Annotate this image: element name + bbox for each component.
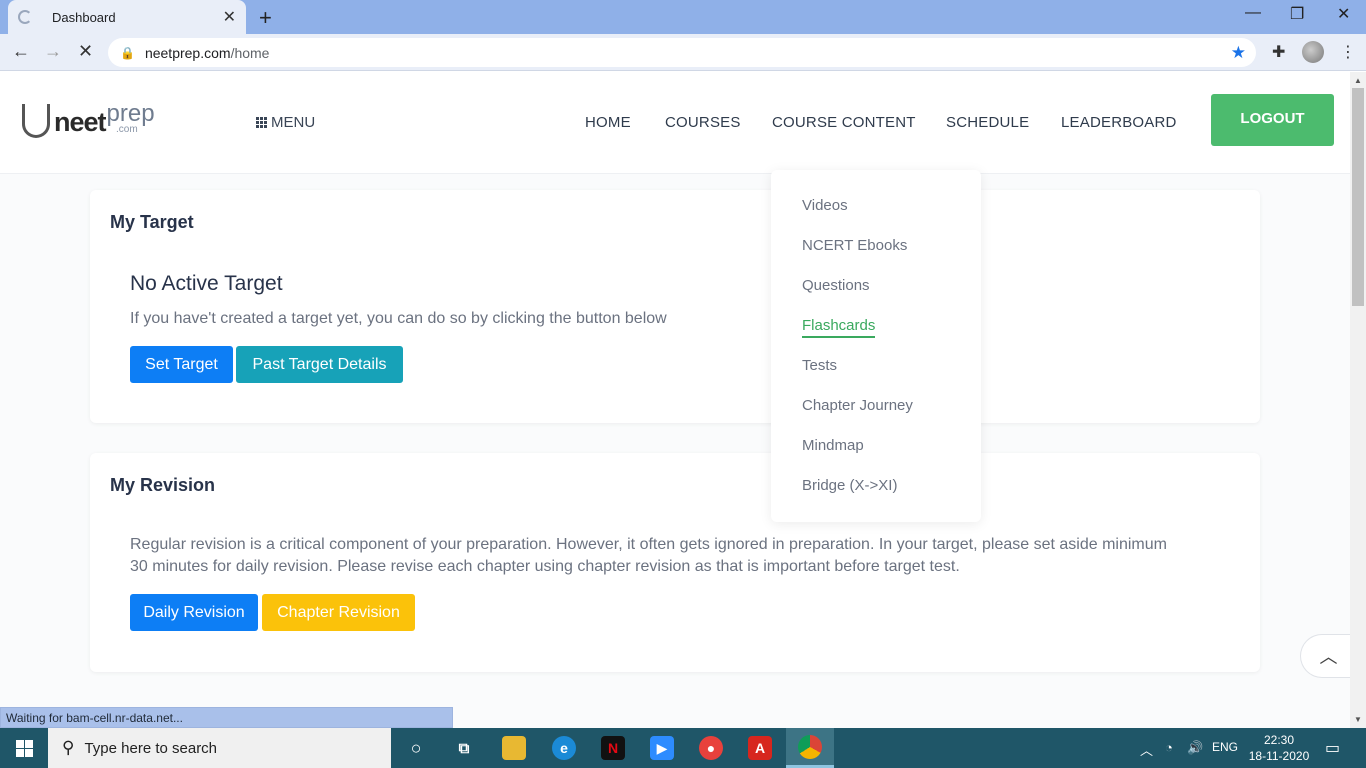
menu-button[interactable]: MENU: [256, 114, 315, 131]
neetprep-logo[interactable]: neet prep .com: [22, 100, 155, 138]
task-view-icon[interactable]: ⧉: [452, 736, 476, 760]
dropdown-item-chapter-journey[interactable]: Chapter Journey: [802, 397, 913, 414]
browser-tab-strip: Dashboard ✕ + — ❐ ✕: [0, 0, 1366, 34]
minimize-icon[interactable]: —: [1245, 4, 1261, 22]
loading-spinner-icon: [18, 10, 32, 24]
windows-taskbar: ⚲ Type here to search ○ ⧉ e N ▶ ● A ︿ ◔ …: [0, 728, 1366, 768]
tab-title: Dashboard: [52, 9, 116, 25]
notifications-icon[interactable]: ▭: [1325, 738, 1340, 758]
nav-course-content[interactable]: COURSE CONTENT: [772, 114, 916, 131]
show-hidden-icons-chevron-icon[interactable]: ︿: [1140, 740, 1153, 759]
scroll-to-top-button[interactable]: ︿: [1300, 634, 1356, 678]
bookmark-star-icon[interactable]: ★: [1231, 43, 1246, 63]
wifi-icon[interactable]: ◔: [1165, 740, 1173, 755]
revision-description-line2: 30 minutes for daily revision. Please re…: [130, 558, 960, 575]
set-target-button[interactable]: Set Target: [130, 346, 233, 383]
no-active-target-heading: No Active Target: [130, 272, 283, 295]
taskbar-clock[interactable]: 22:30 18-11-2020: [1246, 732, 1312, 764]
dropdown-item-ncert-ebooks[interactable]: NCERT Ebooks: [802, 237, 907, 254]
dropdown-item-videos[interactable]: Videos: [802, 197, 848, 214]
dropdown-item-bridge[interactable]: Bridge (X->XI): [802, 477, 897, 494]
media-app-icon[interactable]: ●: [699, 736, 723, 760]
nav-home[interactable]: HOME: [585, 114, 631, 131]
dropdown-item-tests[interactable]: Tests: [802, 357, 837, 374]
dropdown-item-flashcards[interactable]: Flashcards: [802, 317, 876, 338]
chrome-icon: [798, 735, 822, 759]
clock-date: 18-11-2020: [1248, 749, 1310, 763]
taskbar-search-box[interactable]: ⚲ Type here to search: [48, 728, 391, 768]
scroll-up-arrow-icon[interactable]: ▲: [1354, 76, 1362, 85]
lock-icon[interactable]: 🔒: [120, 46, 135, 60]
grid-icon: [256, 117, 267, 128]
menu-label: MENU: [271, 114, 316, 131]
browser-status-bubble: Waiting for bam-cell.nr-data.net...: [0, 707, 453, 728]
tab-close-icon[interactable]: ✕: [223, 7, 236, 27]
main-content: My Target No Active Target If you have't…: [0, 174, 1350, 728]
past-target-details-button[interactable]: Past Target Details: [236, 346, 403, 383]
nav-schedule[interactable]: SCHEDULE: [946, 114, 1029, 131]
dropdown-item-mindmap[interactable]: Mindmap: [802, 437, 864, 454]
my-target-card: My Target No Active Target If you have't…: [90, 190, 1260, 423]
forward-icon[interactable]: →: [44, 41, 62, 62]
card-title: My Target: [110, 212, 194, 232]
scroll-down-arrow-icon[interactable]: ▼: [1354, 715, 1362, 724]
nav-leaderboard[interactable]: LEADERBOARD: [1061, 114, 1177, 131]
netflix-icon[interactable]: N: [601, 736, 625, 760]
page-scrollbar[interactable]: ▲ ▼: [1350, 72, 1366, 728]
search-icon: ⚲: [62, 738, 75, 757]
back-icon[interactable]: ←: [12, 41, 30, 62]
chapter-revision-button[interactable]: Chapter Revision: [262, 594, 415, 631]
browser-tab-dashboard[interactable]: Dashboard ✕: [8, 0, 246, 34]
dropdown-item-questions[interactable]: Questions: [802, 277, 870, 294]
chrome-menu-icon[interactable]: ⋮: [1340, 42, 1356, 62]
volume-icon[interactable]: 🔊: [1187, 740, 1203, 756]
acrobat-icon[interactable]: A: [748, 736, 772, 760]
edge-icon[interactable]: e: [552, 736, 576, 760]
language-indicator[interactable]: ENG: [1212, 740, 1238, 754]
extensions-puzzle-icon[interactable]: ✚: [1272, 42, 1285, 62]
new-tab-button[interactable]: +: [259, 5, 272, 31]
cortana-icon[interactable]: ○: [404, 736, 428, 760]
stop-loading-icon[interactable]: ✕: [78, 41, 93, 62]
my-revision-card: My Revision Regular revision is a critic…: [90, 453, 1260, 672]
scrollbar-thumb[interactable]: [1352, 88, 1364, 306]
stethoscope-icon: [22, 104, 50, 138]
profile-avatar[interactable]: [1302, 41, 1324, 63]
windows-start-icon[interactable]: [16, 740, 33, 757]
nav-courses[interactable]: COURSES: [665, 114, 741, 131]
taskbar-search-placeholder: Type here to search: [84, 739, 218, 757]
browser-toolbar: ← → ✕ 🔒 neetprep.com/home ★: [0, 34, 1366, 71]
clock-time: 22:30: [1263, 733, 1295, 747]
address-bar[interactable]: 🔒 neetprep.com/home ★: [108, 38, 1256, 67]
file-explorer-icon[interactable]: [502, 736, 526, 760]
logo-dotcom-text: .com: [116, 124, 138, 135]
course-content-dropdown: Videos NCERT Ebooks Questions Flashcards…: [771, 170, 981, 522]
restore-icon[interactable]: ❐: [1290, 4, 1304, 24]
close-window-icon[interactable]: ✕: [1337, 4, 1350, 24]
logout-button[interactable]: LOGOUT: [1211, 94, 1334, 146]
chrome-taskbar-button[interactable]: [786, 728, 834, 768]
url-text: neetprep.com/home: [144, 44, 270, 61]
target-description: If you have't created a target yet, you …: [130, 310, 667, 327]
daily-revision-button[interactable]: Daily Revision: [130, 594, 258, 631]
card-title: My Revision: [110, 475, 216, 495]
site-header: neet prep .com MENU HOME COURSES COURSE …: [0, 72, 1350, 174]
revision-description-line1: Regular revision is a critical component…: [130, 536, 1167, 553]
logo-neet-text: neet: [54, 107, 107, 137]
zoom-icon[interactable]: ▶: [650, 736, 674, 760]
chevron-up-icon: ︿: [1319, 647, 1338, 667]
